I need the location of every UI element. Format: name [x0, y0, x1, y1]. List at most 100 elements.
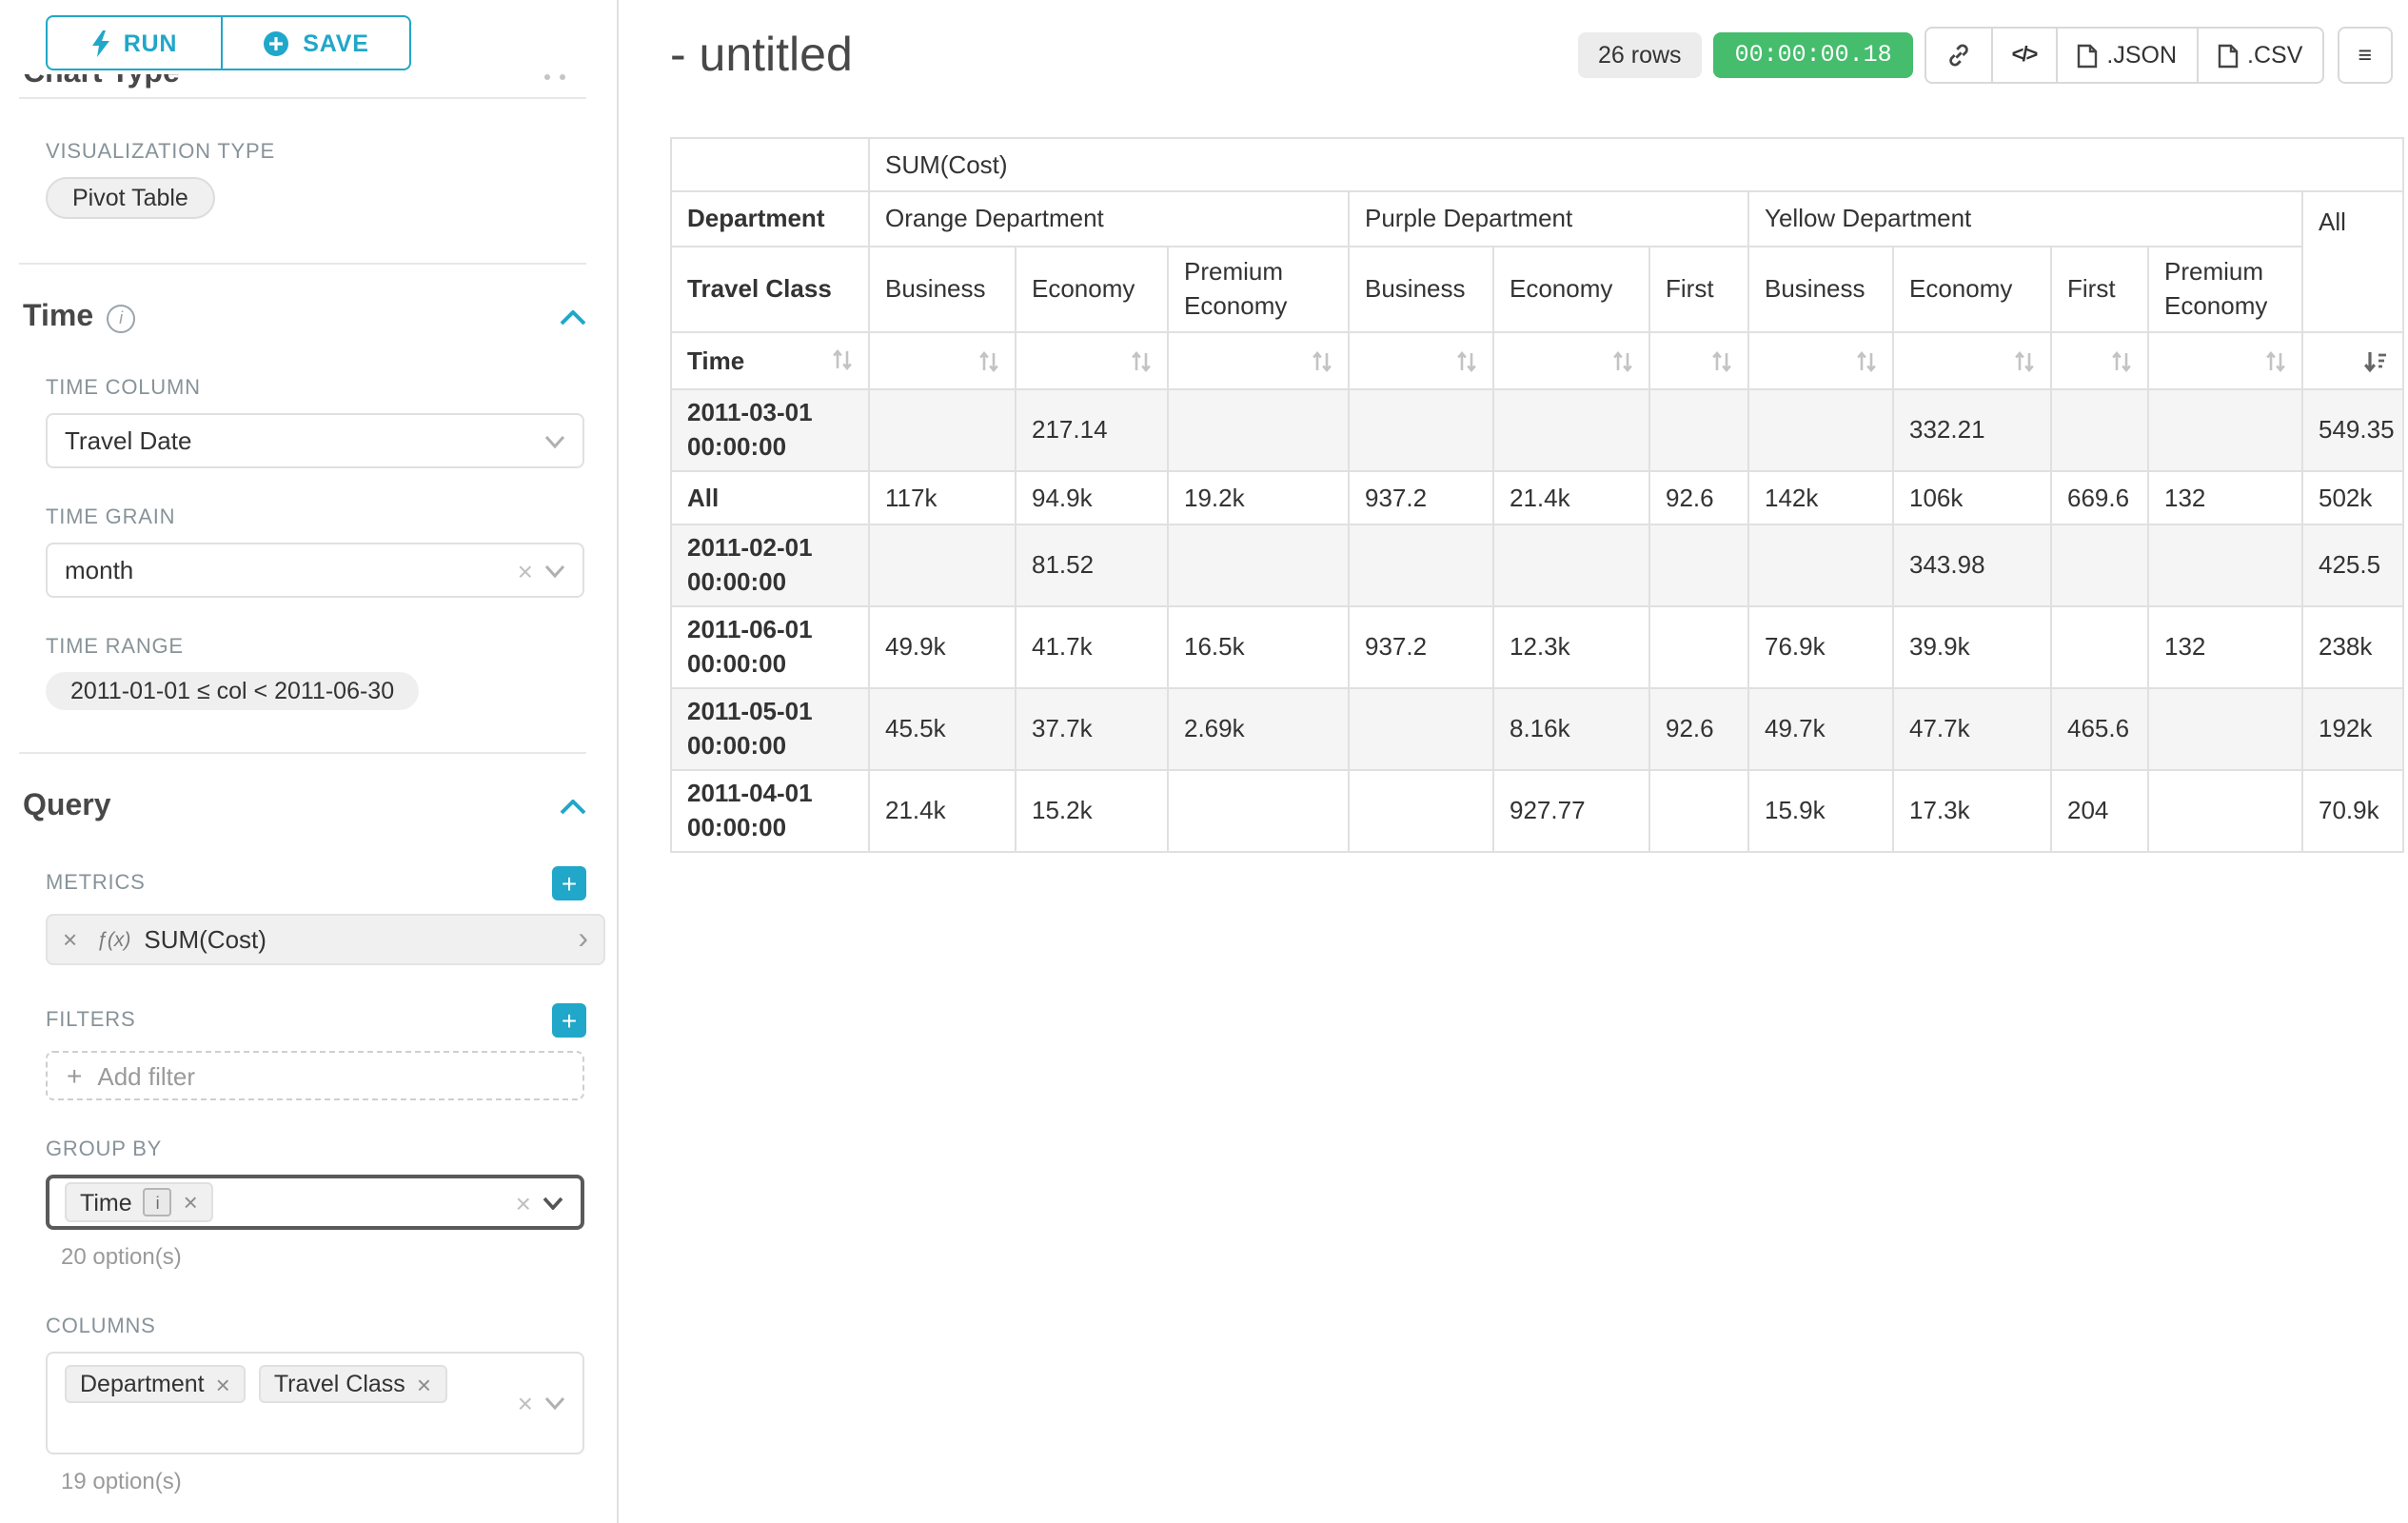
sort-header-cell[interactable] [869, 332, 1016, 389]
metric-header-cell: SUM(Cost) [869, 138, 2403, 191]
sort-header-cell[interactable] [1893, 332, 2051, 389]
time-grain-label: TIME GRAIN [46, 506, 617, 529]
department-corner-cell: Department [671, 191, 869, 247]
remove-chip-icon[interactable]: × [417, 1372, 431, 1396]
save-button[interactable]: SAVE [223, 15, 411, 70]
sort-toggle-icon[interactable] [832, 349, 853, 372]
chevron-up-icon[interactable] [560, 310, 586, 326]
value-cell: 669.6 [2051, 471, 2148, 524]
share-link-button[interactable] [1924, 27, 1993, 84]
chevron-down-icon[interactable] [544, 1396, 565, 1410]
clear-icon[interactable]: × [518, 1388, 533, 1418]
chevron-down-icon[interactable] [544, 564, 565, 577]
chevron-down-icon[interactable] [544, 434, 565, 447]
chip-label: Department [80, 1371, 205, 1397]
sort-toggle-icon[interactable] [1312, 349, 1332, 372]
lightning-icon [91, 30, 110, 56]
sort-toggle-icon[interactable] [1711, 349, 1732, 372]
chart-type-heading-clipped: Chart Type [19, 74, 586, 97]
group-by-chip[interactable]: Time i × [65, 1182, 213, 1222]
value-cell: 39.9k [1893, 606, 2051, 688]
chevron-down-icon[interactable] [543, 1196, 563, 1209]
columns-chip[interactable]: Travel Class × [259, 1365, 446, 1403]
plus-icon: + [562, 869, 577, 896]
sort-toggle-icon[interactable] [978, 349, 999, 372]
value-cell: 92.6 [1649, 688, 1748, 770]
remove-metric-icon[interactable]: × [63, 927, 77, 952]
value-cell: 117k [869, 471, 1016, 524]
time-grain-select[interactable]: month × [46, 543, 584, 598]
columns-chip[interactable]: Department × [65, 1365, 246, 1403]
value-cell: 94.9k [1016, 471, 1168, 524]
chevron-right-icon[interactable]: › [578, 924, 588, 955]
time-section-header[interactable]: Time i [23, 297, 586, 339]
time-sort-header-cell[interactable]: Time [671, 332, 869, 389]
time-grain-value: month [65, 556, 133, 584]
sort-toggle-icon[interactable] [1456, 349, 1477, 372]
sort-header-cell[interactable] [2051, 332, 2148, 389]
row-label-cell: 2011-03-01 00:00:00 [671, 389, 869, 471]
menu-icon: ≡ [2358, 42, 2372, 69]
value-cell: 17.3k [1893, 770, 2051, 852]
embed-code-button[interactable]: </> [1991, 27, 2058, 84]
value-cell [2148, 389, 2302, 471]
chevron-up-icon[interactable] [560, 800, 586, 815]
value-cell [2051, 606, 2148, 688]
value-cell: 21.4k [1493, 471, 1649, 524]
chart-type-heading: Chart Type [23, 74, 586, 91]
group-by-select[interactable]: Time i × × [46, 1175, 584, 1230]
sort-toggle-icon[interactable] [1856, 349, 1877, 372]
sort-header-cell[interactable] [2302, 332, 2403, 389]
sort-toggle-icon[interactable] [2265, 349, 2286, 372]
export-csv-button[interactable]: .CSV [2196, 27, 2323, 84]
column-header-cell: Business [869, 247, 1016, 332]
metric-item[interactable]: × ƒ(x) SUM(Cost) › [46, 914, 605, 965]
filters-label: FILTERS [46, 1009, 135, 1032]
more-options-button[interactable]: ≡ [2337, 27, 2393, 84]
clear-icon[interactable]: × [516, 1187, 531, 1217]
value-cell [1748, 389, 1893, 471]
value-cell [1168, 389, 1349, 471]
sort-header-cell[interactable] [1649, 332, 1748, 389]
sort-descending-icon[interactable] [2362, 349, 2387, 372]
row-count-badge: 26 rows [1577, 32, 1703, 78]
group-header-cell: Orange Department [869, 191, 1349, 247]
columns-select[interactable]: Department × Travel Class × × [46, 1352, 584, 1454]
export-json-button[interactable]: .JSON [2055, 27, 2198, 84]
clear-icon[interactable]: × [518, 555, 533, 585]
row-label-cell: All [671, 471, 869, 524]
chart-title[interactable]: - untitled [670, 21, 853, 89]
remove-chip-icon[interactable]: × [184, 1190, 198, 1215]
sort-header-cell[interactable] [1748, 332, 1893, 389]
value-cell [2051, 524, 2148, 606]
sort-toggle-icon[interactable] [1131, 349, 1152, 372]
divider [19, 752, 586, 754]
column-header-cell: First [1649, 247, 1748, 332]
value-cell [1349, 688, 1493, 770]
add-filter-button[interactable]: + [552, 1003, 586, 1038]
query-section-header[interactable]: Query [23, 786, 586, 828]
value-cell: 45.5k [869, 688, 1016, 770]
chip-label: Time [80, 1189, 132, 1216]
add-metric-button[interactable]: + [552, 866, 586, 900]
sort-toggle-icon[interactable] [2014, 349, 2035, 372]
row-label-cell: 2011-06-01 00:00:00 [671, 606, 869, 688]
sort-header-cell[interactable] [1016, 332, 1168, 389]
sort-toggle-icon[interactable] [2111, 349, 2132, 372]
sort-header-cell[interactable] [1349, 332, 1493, 389]
value-cell: 204 [2051, 770, 2148, 852]
time-range-pill[interactable]: 2011-01-01 ≤ col < 2011-06-30 [46, 672, 419, 710]
run-button[interactable]: RUN [46, 15, 223, 70]
group-header-cell: Yellow Department [1748, 191, 2302, 247]
value-cell [2051, 389, 2148, 471]
sort-header-cell[interactable] [2148, 332, 2302, 389]
sort-header-cell[interactable] [1168, 332, 1349, 389]
column-header-cell: Business [1349, 247, 1493, 332]
add-filter-dropzone[interactable]: + Add filter [46, 1051, 584, 1100]
value-cell [1493, 389, 1649, 471]
visualization-type-pill[interactable]: Pivot Table [46, 177, 215, 219]
time-column-select[interactable]: Travel Date [46, 413, 584, 468]
remove-chip-icon[interactable]: × [216, 1372, 230, 1396]
sort-header-cell[interactable] [1493, 332, 1649, 389]
sort-toggle-icon[interactable] [1612, 349, 1633, 372]
